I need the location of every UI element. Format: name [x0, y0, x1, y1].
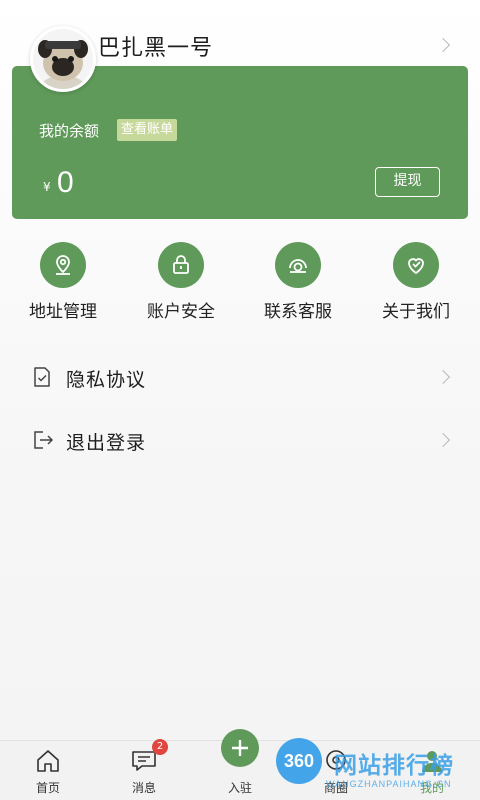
tab-label: 首页 — [35, 781, 60, 795]
view-bill-button[interactable]: 查看账单 — [117, 119, 178, 141]
grid-item-label: 联系客服 — [264, 302, 332, 322]
heart-icon — [393, 242, 439, 288]
location-icon — [40, 242, 86, 288]
currency-symbol: ¥ — [43, 180, 51, 194]
logout-icon — [34, 431, 54, 449]
grid-item-security[interactable]: 账户安全 — [131, 242, 231, 332]
row-label: 隐私协议 — [66, 369, 147, 391]
headset-icon — [275, 242, 321, 288]
tab-label: 消息 — [131, 781, 156, 795]
lock-icon — [158, 242, 204, 288]
tab-messages[interactable]: 2 消息 — [96, 739, 192, 800]
row-label: 退出登录 — [66, 432, 147, 454]
watermark-text: 网站排行榜 — [334, 753, 454, 779]
grid-item-label: 地址管理 — [29, 302, 97, 322]
chevron-right-icon — [435, 432, 451, 448]
avatar[interactable] — [30, 26, 96, 92]
chevron-right-icon — [435, 37, 451, 53]
watermark-subtext: WANGZHANPAIHANG.CN — [326, 779, 452, 789]
tab-label: 入驻 — [227, 781, 252, 795]
grid-item-customer-service[interactable]: 联系客服 — [248, 242, 348, 332]
plus-icon — [232, 740, 248, 756]
withdraw-button[interactable]: 提现 — [375, 167, 440, 197]
document-check-icon — [34, 367, 50, 387]
balance-card: 我的余额 查看账单 ¥ 0 提现 — [12, 66, 468, 219]
unread-badge: 2 — [152, 739, 168, 755]
logout-row[interactable]: 退出登录 — [0, 415, 480, 465]
function-grid: 地址管理 账户安全 联系客服 关于我们 — [0, 242, 480, 332]
watermark-logo: 360 — [276, 738, 322, 784]
grid-item-address[interactable]: 地址管理 — [13, 242, 113, 332]
chevron-right-icon — [435, 369, 451, 385]
grid-item-label: 关于我们 — [382, 302, 450, 322]
grid-item-about[interactable]: 关于我们 — [366, 242, 466, 332]
grid-item-label: 账户安全 — [147, 302, 215, 322]
tab-home[interactable]: 首页 — [0, 741, 96, 800]
balance-amount: 0 — [57, 166, 74, 199]
balance-label: 我的余额 — [39, 122, 100, 140]
home-icon — [37, 750, 59, 772]
username: 巴扎黑一号 — [98, 36, 214, 61]
join-plus-button[interactable] — [221, 729, 259, 767]
privacy-agreement-row[interactable]: 隐私协议 — [0, 352, 480, 402]
pug-avatar-image — [33, 29, 93, 89]
